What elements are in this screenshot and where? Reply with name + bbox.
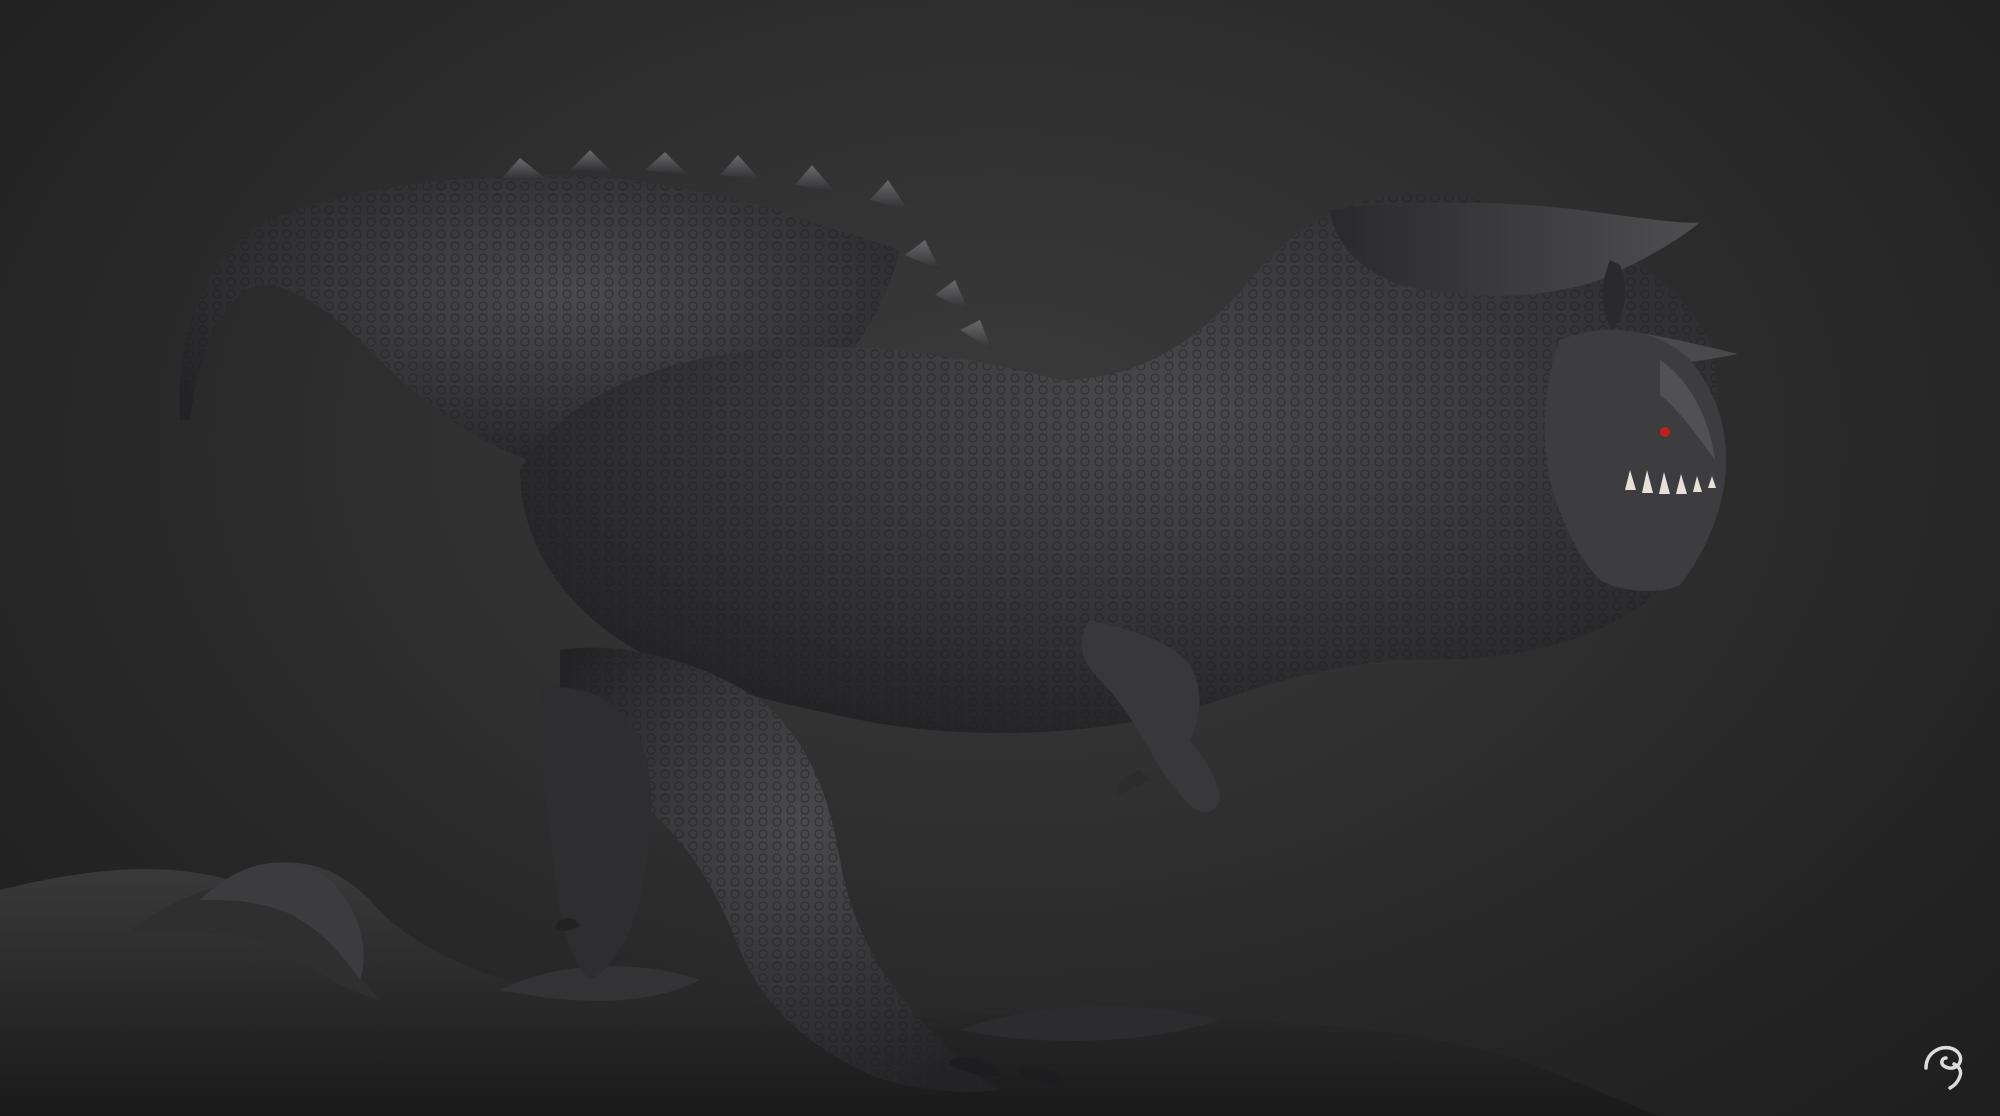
render-viewport [0,0,2000,1116]
creature-render [0,150,1738,1116]
artist-signature-icon [1924,1045,1963,1090]
creature-eye [1660,427,1670,437]
